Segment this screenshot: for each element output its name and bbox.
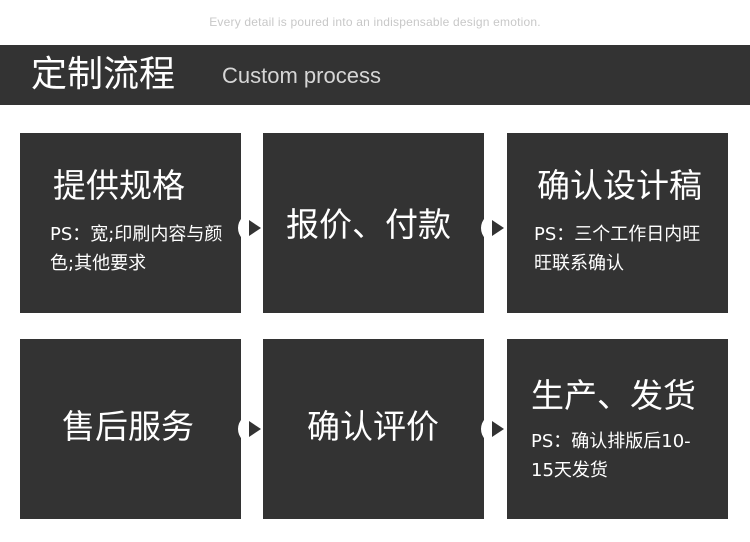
step-card-confirm-design: 确认设计稿 PS：三个工作日内旺旺联系确认 <box>507 133 728 313</box>
step-card-specs: 提供规格 PS：宽;印刷内容与颜色;其他要求 <box>20 133 241 313</box>
step-note: PS：宽;印刷内容与颜色;其他要求 <box>50 224 223 274</box>
page-title: 定制流程 <box>31 54 176 95</box>
tagline: Every detail is poured into an indispens… <box>209 15 541 29</box>
step-card-after-sales: 售后服务 <box>20 339 241 519</box>
step-note: PS：三个工作日内旺旺联系确认 <box>534 224 701 274</box>
section-header: 定制流程 Custom process <box>0 45 750 105</box>
step-card-review: 确认评价 <box>263 339 484 519</box>
step-title: 生产、发货 <box>531 376 696 415</box>
step-note: PS：确认排版后10-15天发货 <box>531 431 691 481</box>
step-title: 确认设计稿 <box>537 166 702 205</box>
step-title: 报价、付款 <box>286 205 451 244</box>
page-subtitle: Custom process <box>222 63 381 88</box>
step-card-production-shipping: 生产、发货 PS：确认排版后10-15天发货 <box>507 339 728 519</box>
step-card-quote-payment: 报价、付款 <box>263 133 484 313</box>
step-title: 提供规格 <box>53 166 185 205</box>
